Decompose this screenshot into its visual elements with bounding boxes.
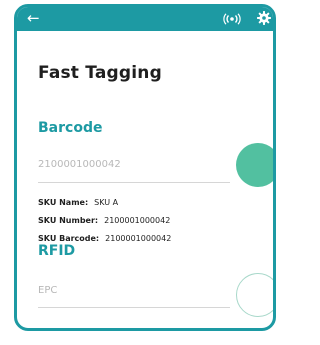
top-app-bar: ← (17, 7, 273, 31)
sku-name-value: SKU A (94, 198, 119, 207)
rfid-heading: RFID (38, 243, 76, 259)
sku-barcode-row: SKU Barcode: 2100001000042 (38, 234, 171, 243)
barcode-heading: Barcode (38, 120, 103, 136)
rfid-scan-button[interactable] (236, 273, 273, 317)
epc-input-underline (38, 307, 230, 308)
app-screen: ← Fast Tagging Barcode 2100001000042 SKU… (14, 4, 276, 331)
epc-input[interactable]: EPC (38, 285, 57, 296)
sku-number-value: 2100001000042 (104, 216, 171, 225)
sku-number-label: SKU Number: (38, 216, 99, 225)
sku-barcode-value: 2100001000042 (105, 234, 172, 243)
page-title: Fast Tagging (38, 63, 162, 83)
barcode-scan-button[interactable] (236, 143, 273, 187)
sku-barcode-label: SKU Barcode: (38, 234, 100, 243)
gear-icon[interactable] (257, 11, 271, 25)
sku-number-row: SKU Number: 2100001000042 (38, 216, 170, 225)
barcode-input[interactable]: 2100001000042 (38, 159, 121, 170)
sku-name-row: SKU Name: SKU A (38, 198, 118, 207)
sku-name-label: SKU Name: (38, 198, 89, 207)
arrow-left-icon[interactable]: ← (27, 9, 40, 27)
barcode-input-underline (38, 182, 230, 183)
rfid-signal-icon[interactable] (223, 13, 241, 25)
